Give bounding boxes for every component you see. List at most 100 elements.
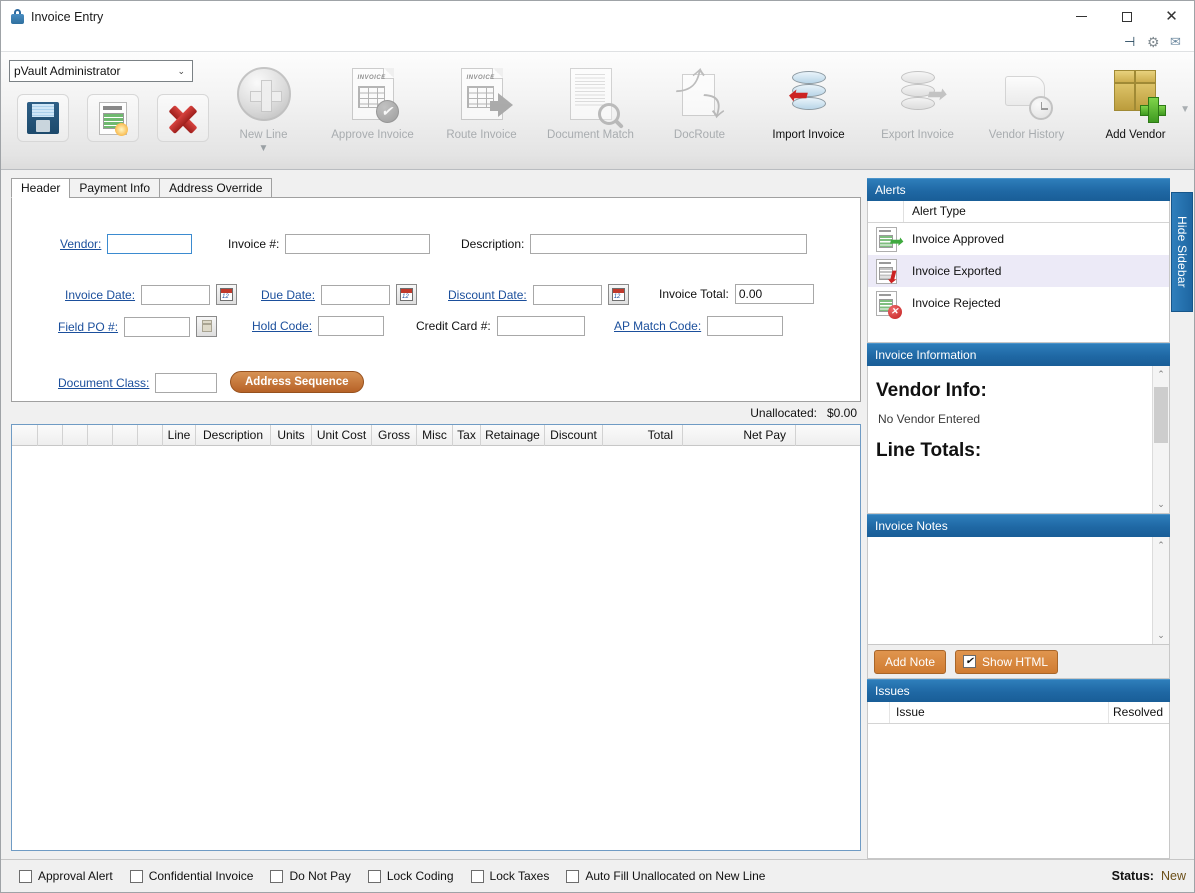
grid-column-header[interactable]: [63, 425, 88, 446]
table-row[interactable]: ⬇ Invoice Exported: [868, 255, 1169, 287]
hold-code-input[interactable]: [318, 316, 385, 336]
alert-row-label: Invoice Approved: [912, 232, 1005, 246]
checkbox-icon[interactable]: [367, 869, 381, 883]
grid-column-header[interactable]: [38, 425, 63, 446]
document-class-label[interactable]: Document Class:: [58, 376, 149, 390]
ribbon-add-vendor[interactable]: Add Vendor: [1081, 57, 1190, 141]
discount-date-label[interactable]: Discount Date:: [448, 288, 527, 302]
due-date-input[interactable]: [321, 284, 391, 305]
checkbox-icon[interactable]: [19, 869, 32, 883]
hide-sidebar-button[interactable]: Hide Sidebar: [1171, 192, 1193, 312]
discount-date-picker-button[interactable]: [607, 284, 629, 305]
ribbon-import-invoice[interactable]: ⬅ Import Invoice: [754, 57, 863, 141]
vendor-input[interactable]: [107, 234, 193, 254]
grid-column-header[interactable]: [113, 425, 138, 446]
credit-card-input[interactable]: [496, 316, 585, 336]
due-date-picker-button[interactable]: [396, 284, 418, 305]
ribbon-document-match[interactable]: Document Match: [536, 57, 645, 141]
status-checkbox[interactable]: Approval Alert: [19, 869, 113, 883]
invoice-rejected-icon: ✕: [868, 290, 904, 319]
tab-payment-info[interactable]: Payment Info: [69, 178, 161, 198]
field-po-label[interactable]: Field PO #:: [58, 320, 118, 334]
user-select[interactable]: pVault Administrator ⌄: [9, 60, 193, 82]
ap-match-code-input[interactable]: [707, 316, 784, 336]
scroll-down-icon[interactable]: ⌄: [1153, 627, 1169, 644]
scrollbar-track[interactable]: [1153, 383, 1169, 496]
grid-column-header[interactable]: Units: [271, 425, 312, 446]
checkbox-icon[interactable]: [129, 869, 143, 883]
grid-column-header[interactable]: Misc: [417, 425, 453, 446]
ribbon-new-line-label: New Line: [239, 129, 288, 141]
invoice-total-input[interactable]: [734, 284, 814, 304]
grid-column-header[interactable]: Net Pay: [683, 425, 796, 446]
ribbon-scroll-caret[interactable]: ▼: [1180, 104, 1190, 115]
vendor-label[interactable]: Vendor:: [60, 237, 101, 251]
field-po-lookup-button[interactable]: [196, 316, 218, 337]
checkbox-icon[interactable]: [470, 869, 484, 883]
ap-match-code-label[interactable]: AP Match Code:: [614, 319, 701, 333]
field-po-input[interactable]: [124, 316, 191, 337]
line-items-grid-body[interactable]: [12, 446, 860, 850]
ribbon-route-invoice[interactable]: INVOICE Route Invoice: [427, 57, 536, 141]
invoice-date-label[interactable]: Invoice Date:: [65, 288, 135, 302]
document-class-input[interactable]: [155, 373, 218, 393]
ribbon-vendor-history[interactable]: Vendor History: [972, 57, 1081, 141]
chevron-down-icon[interactable]: ▼: [259, 143, 269, 154]
table-row[interactable]: ✕ Invoice Rejected: [868, 287, 1169, 319]
ribbon-new-line[interactable]: New Line ▼: [209, 57, 318, 154]
checkbox-icon[interactable]: [270, 869, 284, 883]
show-html-toggle[interactable]: ✔ Show HTML: [955, 649, 1059, 674]
grid-column-header[interactable]: Retainage: [481, 425, 545, 446]
gear-icon[interactable]: ⚙: [1147, 34, 1163, 50]
minimize-button[interactable]: [1059, 1, 1104, 32]
grid-column-header[interactable]: Tax: [453, 425, 481, 446]
due-date-label[interactable]: Due Date:: [261, 288, 315, 302]
grid-column-header[interactable]: [88, 425, 113, 446]
tab-header[interactable]: Header: [11, 178, 71, 198]
grid-column-header[interactable]: Description: [196, 425, 271, 446]
invoice-notes-scrollbar[interactable]: ⌃ ⌄: [1152, 537, 1169, 644]
floppy-disk-icon: [27, 102, 59, 134]
delete-button[interactable]: [157, 94, 209, 142]
grid-column-header[interactable]: Unit Cost: [312, 425, 372, 446]
save-button[interactable]: [17, 94, 69, 142]
scroll-up-icon[interactable]: ⌃: [1153, 537, 1169, 554]
grid-column-header[interactable]: Gross: [372, 425, 417, 446]
grid-column-header[interactable]: [138, 425, 163, 446]
discount-date-input[interactable]: [532, 284, 602, 305]
hold-code-label[interactable]: Hold Code:: [252, 319, 312, 333]
grid-column-header[interactable]: Discount: [545, 425, 603, 446]
mail-icon[interactable]: ✉: [1170, 34, 1186, 50]
checkbox-icon[interactable]: [566, 869, 580, 883]
grid-column-header[interactable]: [796, 425, 860, 446]
scroll-up-icon[interactable]: ⌃: [1153, 366, 1169, 383]
invoice-date-input[interactable]: [141, 284, 211, 305]
invoice-date-picker-button[interactable]: [216, 284, 238, 305]
invoice-notes-content[interactable]: [868, 537, 1152, 644]
tab-address-override[interactable]: Address Override: [159, 178, 273, 198]
add-note-button[interactable]: Add Note: [874, 649, 947, 674]
scroll-down-icon[interactable]: ⌄: [1153, 496, 1169, 513]
ribbon-export-invoice[interactable]: ➡ Export Invoice: [863, 57, 972, 141]
description-input[interactable]: [530, 234, 808, 254]
table-row[interactable]: ➡ Invoice Approved: [868, 223, 1169, 255]
new-invoice-button[interactable]: [87, 94, 139, 142]
maximize-button[interactable]: [1104, 1, 1149, 32]
ribbon-docroute[interactable]: ⤴ ⤵ DocRoute: [645, 57, 754, 141]
grid-column-header[interactable]: [12, 425, 38, 446]
invoice-number-input[interactable]: [285, 234, 431, 254]
grid-column-header[interactable]: Line: [163, 425, 196, 446]
status-checkbox[interactable]: Do Not Pay: [270, 869, 351, 883]
grid-column-header[interactable]: Total: [603, 425, 683, 446]
scrollbar-track[interactable]: [1153, 554, 1169, 627]
invoice-information-scrollbar[interactable]: ⌃ ⌄: [1152, 366, 1169, 513]
address-sequence-button[interactable]: Address Sequence: [230, 371, 364, 393]
status-checkbox[interactable]: Confidential Invoice: [129, 869, 253, 883]
status-checkbox[interactable]: Lock Coding: [367, 869, 454, 883]
pin-icon[interactable]: ⊣: [1124, 34, 1140, 50]
ribbon-approve-invoice[interactable]: INVOICE ✔ Approve Invoice: [318, 57, 427, 141]
scrollbar-thumb[interactable]: [1154, 387, 1168, 443]
status-checkbox[interactable]: Lock Taxes: [470, 869, 549, 883]
close-button[interactable]: ✕: [1149, 1, 1194, 32]
status-checkbox[interactable]: Auto Fill Unallocated on New Line: [566, 869, 765, 883]
